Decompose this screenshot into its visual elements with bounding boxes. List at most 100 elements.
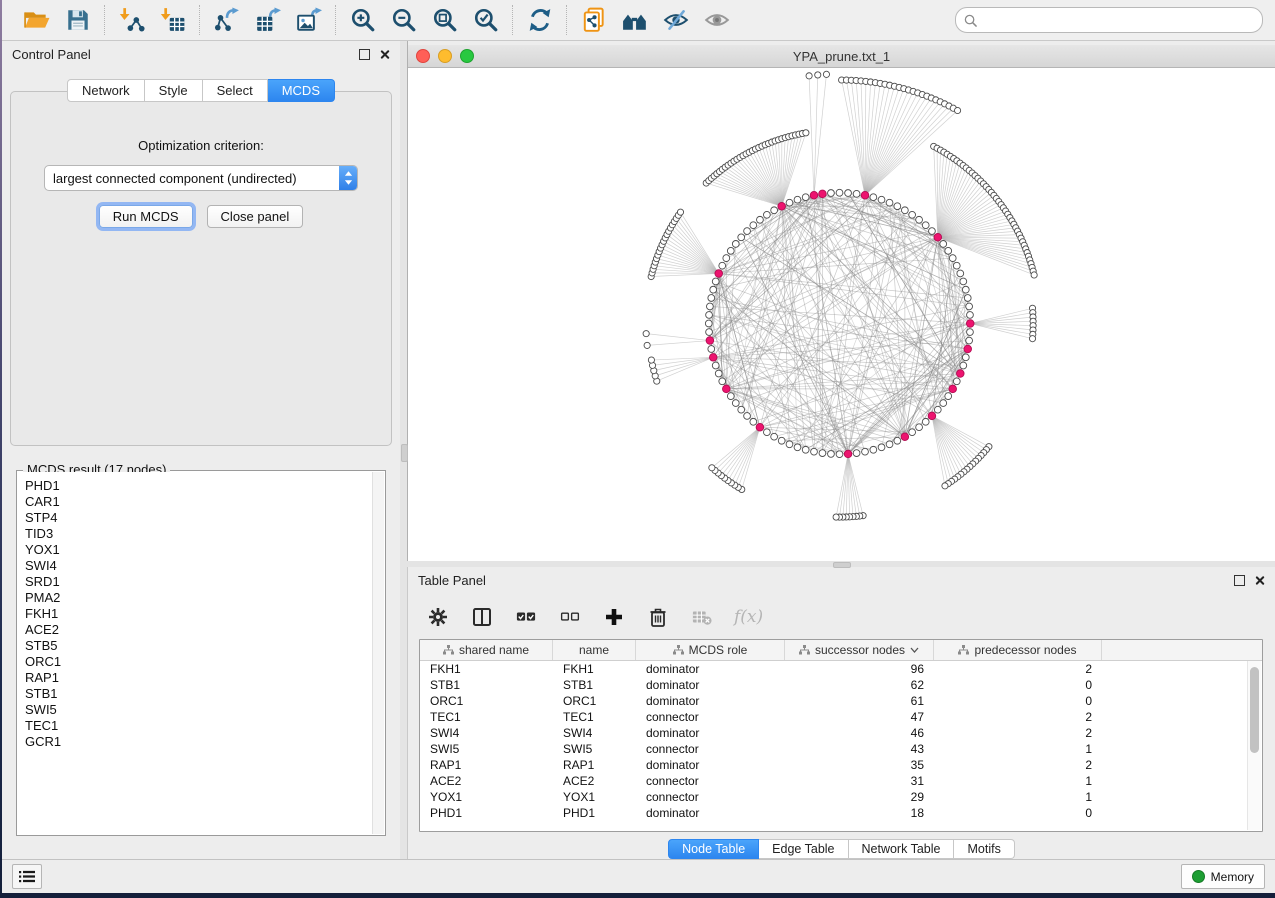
result-node[interactable]: SWI5 xyxy=(25,702,384,718)
graph-node[interactable] xyxy=(750,222,757,229)
result-node[interactable]: RAP1 xyxy=(25,670,384,686)
function-builder-button[interactable]: f(x) xyxy=(734,607,763,627)
network-canvas[interactable] xyxy=(408,68,1275,561)
status-menu-button[interactable] xyxy=(12,864,42,889)
result-scrollbar[interactable] xyxy=(372,472,384,834)
table-row[interactable]: SWI4SWI4dominator462 xyxy=(420,725,1262,741)
graph-node[interactable] xyxy=(786,199,793,206)
graph-node[interactable] xyxy=(909,211,916,218)
graph-node[interactable] xyxy=(1031,272,1037,278)
horizontal-splitter[interactable] xyxy=(407,561,1275,567)
open-file-button[interactable] xyxy=(23,7,50,34)
graph-node[interactable] xyxy=(719,378,726,385)
table-row[interactable]: YOX1YOX1connector291 xyxy=(420,789,1262,805)
graph-node[interactable] xyxy=(708,295,715,302)
column-header-successor-nodes[interactable]: successor nodes xyxy=(785,640,934,660)
delete-table-button[interactable] xyxy=(690,605,714,629)
graph-node[interactable] xyxy=(960,362,967,369)
tab-node-table[interactable]: Node Table xyxy=(668,839,759,859)
mcds-hub-node[interactable] xyxy=(844,450,852,458)
graph-node[interactable] xyxy=(723,255,730,262)
export-image-button[interactable] xyxy=(295,7,322,34)
result-node[interactable]: SRD1 xyxy=(25,574,384,590)
tab-network-table[interactable]: Network Table xyxy=(849,839,955,859)
mcds-hub-node[interactable] xyxy=(901,433,909,441)
graph-node[interactable] xyxy=(954,107,960,113)
zoom-fit-button[interactable] xyxy=(431,7,458,34)
table-row[interactable]: PHD1PHD1dominator180 xyxy=(420,805,1262,821)
float-panel-icon[interactable] xyxy=(359,49,370,60)
graph-node[interactable] xyxy=(957,270,964,277)
graph-node[interactable] xyxy=(949,255,956,262)
graph-node[interactable] xyxy=(953,378,960,385)
show-columns-button[interactable] xyxy=(470,605,494,629)
mcds-hub-node[interactable] xyxy=(819,190,827,198)
export-table-button[interactable] xyxy=(254,7,281,34)
column-header-shared-name[interactable]: shared name xyxy=(420,640,553,660)
export-network-button[interactable] xyxy=(213,7,240,34)
mcds-hub-node[interactable] xyxy=(928,412,936,420)
graph-node[interactable] xyxy=(945,247,952,254)
graph-node[interactable] xyxy=(738,406,745,413)
mcds-hub-node[interactable] xyxy=(722,385,730,393)
graph-node[interactable] xyxy=(706,312,713,319)
result-node[interactable]: GCR1 xyxy=(25,734,384,750)
delete-column-button[interactable] xyxy=(646,605,670,629)
table-options-button[interactable] xyxy=(426,605,450,629)
splitter-grip[interactable] xyxy=(833,562,851,568)
graph-node[interactable] xyxy=(757,216,764,223)
graph-node[interactable] xyxy=(786,441,793,448)
graph-node[interactable] xyxy=(644,342,650,348)
column-header-name[interactable]: name xyxy=(553,640,636,660)
graph-node[interactable] xyxy=(967,329,974,336)
graph-node[interactable] xyxy=(953,262,960,269)
graph-node[interactable] xyxy=(833,514,839,520)
graph-node[interactable] xyxy=(870,194,877,201)
refresh-button[interactable] xyxy=(526,7,553,34)
result-node[interactable]: TEC1 xyxy=(25,718,384,734)
graph-node[interactable] xyxy=(940,241,947,248)
network-title-bar[interactable]: YPA_prune.txt_1 xyxy=(408,45,1275,68)
graph-node[interactable] xyxy=(750,418,757,425)
table-row[interactable]: STB1STB1dominator620 xyxy=(420,677,1262,693)
graph-node[interactable] xyxy=(763,429,770,436)
close-panel-icon[interactable] xyxy=(379,49,390,60)
graph-node[interactable] xyxy=(794,444,801,451)
graph-node[interactable] xyxy=(744,413,751,420)
graph-node[interactable] xyxy=(794,196,801,203)
result-node[interactable]: CAR1 xyxy=(25,494,384,510)
graph-node[interactable] xyxy=(706,329,713,336)
graph-node[interactable] xyxy=(763,211,770,218)
result-node[interactable]: ACE2 xyxy=(25,622,384,638)
graph-node[interactable] xyxy=(870,446,877,453)
mcds-hub-node[interactable] xyxy=(964,345,972,353)
close-panel-button[interactable]: Close panel xyxy=(207,205,304,228)
mcds-hub-node[interactable] xyxy=(934,233,942,241)
column-header-MCDS-role[interactable]: MCDS role xyxy=(636,640,785,660)
graph-node[interactable] xyxy=(648,357,654,363)
splitter-grip[interactable] xyxy=(401,444,408,462)
network-from-file-button[interactable] xyxy=(580,7,607,34)
vertical-splitter[interactable] xyxy=(400,41,407,859)
graph-node[interactable] xyxy=(771,433,778,440)
graph-node[interactable] xyxy=(922,222,929,229)
graph-node[interactable] xyxy=(964,295,971,302)
graph-node[interactable] xyxy=(853,190,860,197)
result-node[interactable]: STB5 xyxy=(25,638,384,654)
mcds-hub-node[interactable] xyxy=(810,191,818,199)
mcds-hub-node[interactable] xyxy=(966,320,974,328)
graph-node[interactable] xyxy=(738,234,745,241)
float-panel-icon[interactable] xyxy=(1234,575,1245,586)
graph-node[interactable] xyxy=(862,448,869,455)
graph-node[interactable] xyxy=(706,303,713,310)
table-row[interactable]: FKH1FKH1dominator962 xyxy=(420,661,1262,677)
graph-node[interactable] xyxy=(828,190,835,197)
graph-node[interactable] xyxy=(966,303,973,310)
graph-node[interactable] xyxy=(909,429,916,436)
graph-node[interactable] xyxy=(942,483,948,489)
tab-select[interactable]: Select xyxy=(203,79,268,102)
hide-selected-button[interactable] xyxy=(662,7,689,34)
save-session-button[interactable] xyxy=(64,7,91,34)
graph-node[interactable] xyxy=(886,441,893,448)
table-row[interactable]: ORC1ORC1dominator610 xyxy=(420,693,1262,709)
